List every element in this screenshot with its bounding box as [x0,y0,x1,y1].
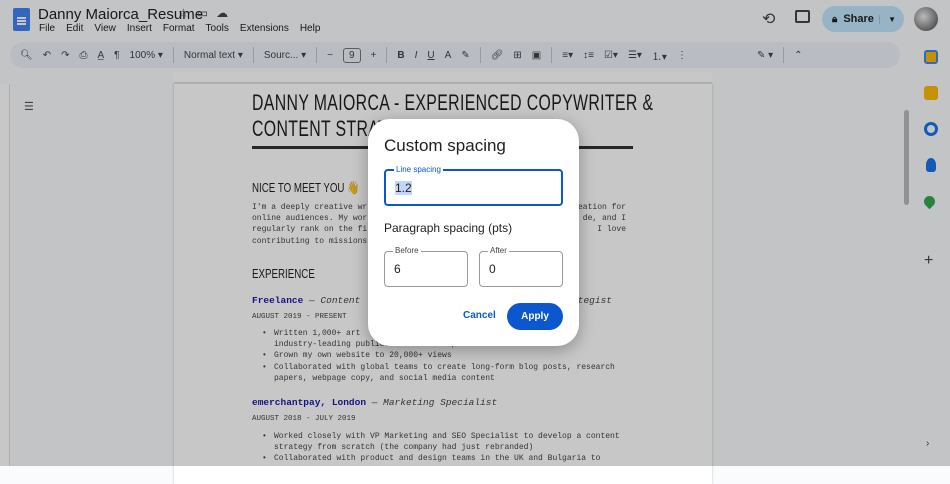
before-spacing-input[interactable]: Before 6 [384,246,468,287]
paragraph-spacing-label: Paragraph spacing (pts) [384,221,513,235]
apply-button[interactable]: Apply [507,303,563,330]
after-spacing-input[interactable]: After 0 [479,246,563,287]
dialog-title: Custom spacing [384,136,506,155]
custom-spacing-dialog: Custom spacing Line spacing 1.2 Paragrap… [368,119,579,346]
cancel-button[interactable]: Cancel [463,310,496,321]
line-spacing-input[interactable]: Line spacing 1.2 [384,165,563,206]
